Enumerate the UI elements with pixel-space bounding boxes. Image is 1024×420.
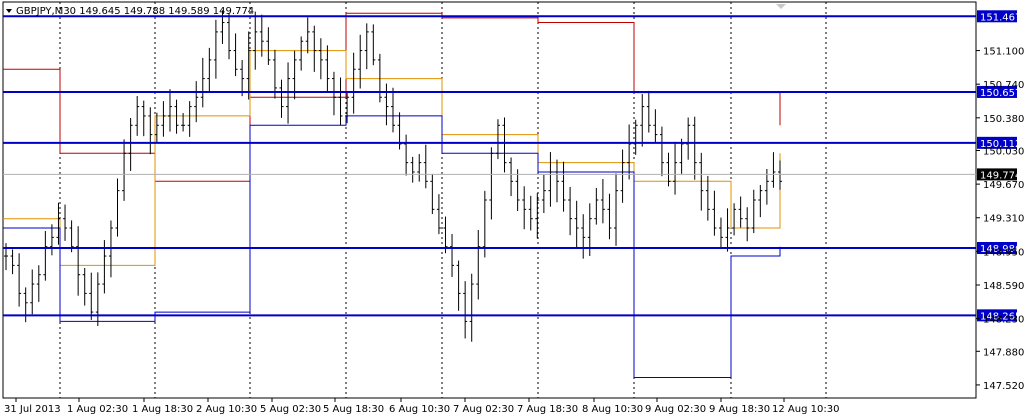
time-label: 31 Jul 2013 [4, 404, 61, 415]
time-label: 5 Aug 02:30 [260, 404, 321, 415]
price-tick-label: 151.100 [983, 47, 1024, 58]
price-tick-label: 148.230 [983, 315, 1024, 326]
price-tick-label: 147.520 [983, 381, 1024, 392]
price-tick-label: 148.950 [983, 247, 1024, 258]
price-tick-label: 150.030 [983, 147, 1024, 158]
price-tick-label: 148.590 [983, 281, 1024, 292]
price-tick-label: 149.670 [983, 180, 1024, 191]
price-tick-label: 147.880 [983, 347, 1024, 358]
time-label: 8 Aug 10:30 [582, 404, 643, 415]
chart-window: 151.467 150.657 150.112 148.986 148.265 151.1… [0, 0, 1024, 420]
level-label-0: 151.467 [980, 12, 1021, 23]
chart-title: GBPJPY,M30 149.645 149.788 149.589 149.7… [16, 6, 254, 17]
price-tick-label: 149.310 [983, 214, 1024, 225]
time-label: 12 Aug 10:30 [772, 404, 839, 415]
price-tick-label: 150.380 [983, 114, 1024, 125]
time-label: 7 Aug 02:30 [453, 404, 514, 415]
price-tick-label: 150.740 [983, 80, 1024, 91]
time-label: 2 Aug 10:30 [196, 404, 257, 415]
time-label: 6 Aug 10:30 [389, 404, 450, 415]
current-price-label: 149.774 [980, 170, 1021, 181]
time-label: 9 Aug 02:30 [645, 404, 706, 415]
price-chart[interactable]: 151.467150.657150.112148.986148.265151.1… [0, 0, 1024, 420]
time-label: 9 Aug 18:30 [709, 404, 770, 415]
time-label: 5 Aug 18:30 [323, 404, 384, 415]
time-label: 1 Aug 18:30 [132, 404, 193, 415]
time-label: 7 Aug 18:30 [517, 404, 578, 415]
time-label: 1 Aug 02:30 [67, 404, 128, 415]
